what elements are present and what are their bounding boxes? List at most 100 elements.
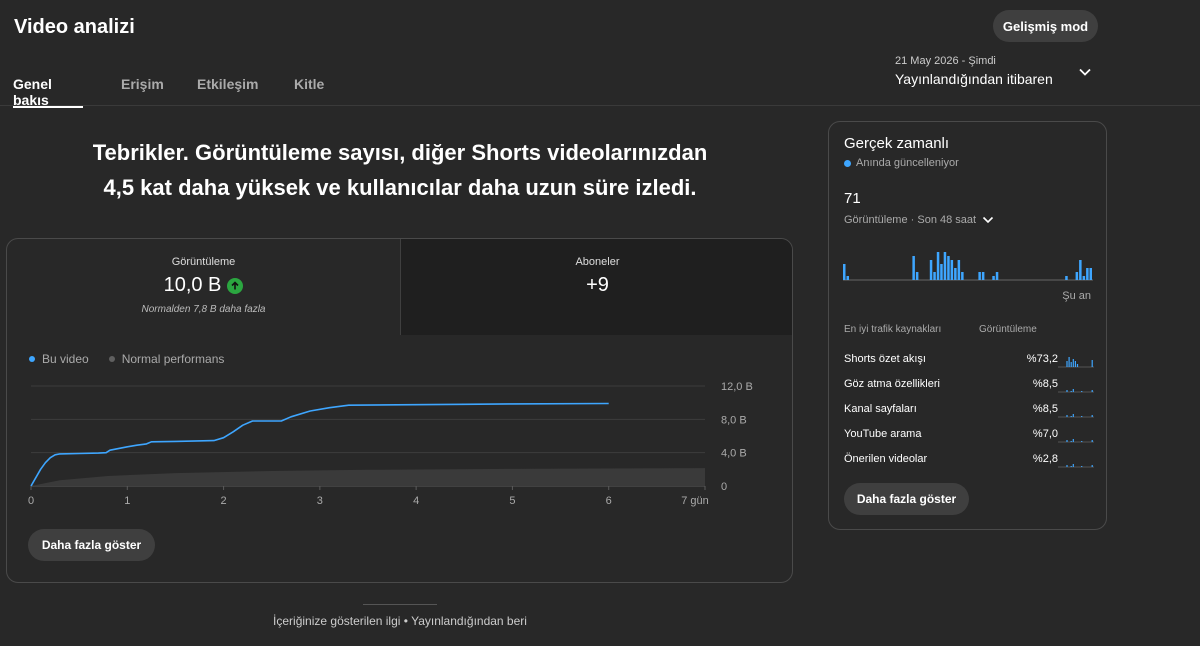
sparkline-bar <box>933 272 936 280</box>
traffic-source-name: Göz atma özellikleri <box>844 378 940 390</box>
traffic-source-name: YouTube arama <box>844 428 922 440</box>
traffic-source-percent: %8,5 <box>1032 378 1058 390</box>
traffic-source-row[interactable]: Göz atma özellikleri %8,5 <box>844 375 1094 395</box>
chart-legend: Bu video Normal performans <box>29 352 224 366</box>
x-tick-label: 7 gün <box>681 495 709 507</box>
headline-line-2: 4,5 kat daha yüksek ve kullanıcılar daha… <box>103 175 697 200</box>
sparkline-bar <box>954 268 957 280</box>
date-range-label: Yayınlandığından itibaren <box>895 71 1053 87</box>
views-metric[interactable]: Görüntüleme 10,0 B Normalden 7,8 B daha … <box>7 239 400 335</box>
x-tick-label: 1 <box>124 495 130 507</box>
traffic-source-name: Shorts özet akışı <box>844 353 926 365</box>
sparkline-bar <box>940 264 943 280</box>
traffic-source-percent: %73,2 <box>1026 353 1058 365</box>
sparkline-bar <box>992 276 995 280</box>
sparkline-bar <box>1079 260 1082 280</box>
realtime-live-status: Anında güncelleniyor <box>844 157 959 169</box>
realtime-card: Gerçek zamanlı Anında güncelleniyor 71 G… <box>828 121 1107 530</box>
live-dot-icon <box>844 159 851 167</box>
x-tick-label: 6 <box>606 495 612 507</box>
realtime-now-label: Şu an <box>1062 290 1091 302</box>
realtime-range-selector[interactable]: Görüntüleme · Son 48 saat <box>844 214 994 226</box>
traffic-source-percent: %2,8 <box>1032 453 1058 465</box>
views-label: Görüntüleme <box>171 256 236 268</box>
subscribers-label: Aboneler <box>575 256 620 268</box>
sparkline-bar <box>947 256 950 280</box>
tab-audience[interactable]: Kitle <box>294 64 324 92</box>
traffic-source-row[interactable]: Kanal sayfaları %8,5 <box>844 400 1094 420</box>
traffic-source-sparkline <box>1058 357 1094 368</box>
traffic-source-row[interactable]: Shorts özet akışı %73,2 <box>844 350 1094 370</box>
realtime-show-more-button[interactable]: Daha fazla göster <box>844 483 969 515</box>
y-tick-label: 8,0 B <box>721 414 747 426</box>
footer-divider <box>363 604 437 605</box>
traffic-header-views: Görüntüleme <box>979 324 1037 335</box>
tab-reach[interactable]: Erişim <box>121 64 164 92</box>
subscribers-value: +9 <box>586 274 609 296</box>
sparkline-bar <box>978 272 981 280</box>
sparkline-bar <box>957 260 961 280</box>
traffic-source-row[interactable]: Önerilen videolar %2,8 <box>844 450 1094 470</box>
sparkline-bar <box>1075 272 1079 280</box>
x-tick-label: 0 <box>28 495 34 507</box>
traffic-source-percent: %7,0 <box>1032 428 1058 440</box>
views-value-row: 10,0 B <box>7 274 400 297</box>
overview-card: Görüntüleme 10,0 B Normalden 7,8 B daha … <box>6 238 793 583</box>
views-note: Normalden 7,8 B daha fazla <box>141 304 266 315</box>
realtime-sub-label: Görüntüleme · Son 48 saat <box>844 214 977 226</box>
sparkline-bar <box>981 272 985 280</box>
views-line-chart: 12,0 B 8,0 B 4,0 B 0 0 1 2 3 4 5 6 7 gün <box>28 381 753 507</box>
date-range-selector[interactable]: 21 May 2026 - Şimdi Yayınlandığından iti… <box>895 55 1095 95</box>
legend-label-this-video: Bu video <box>42 352 89 366</box>
series-normal-performance <box>31 468 705 486</box>
traffic-source-sparkline <box>1058 464 1094 468</box>
show-more-button[interactable]: Daha fazla göster <box>28 529 155 561</box>
page-title: Video analizi <box>14 16 135 38</box>
legend-item-normal: Normal performans <box>108 352 224 366</box>
sparkline-bar <box>943 252 947 280</box>
sparkline-bar <box>1082 276 1086 280</box>
realtime-live-text: Anında güncelleniyor <box>856 157 959 169</box>
sparkline-bar <box>1089 268 1092 280</box>
y-tick-label: 12,0 B <box>721 381 753 393</box>
legend-dot-this-video <box>29 356 35 362</box>
y-tick-label: 4,0 B <box>721 448 747 460</box>
traffic-source-name: Önerilen videolar <box>844 453 928 465</box>
sparkline-bar <box>915 272 919 280</box>
chevron-down-icon <box>1079 68 1091 76</box>
headline: Tebrikler. Görüntüleme sayısı, diğer Sho… <box>0 135 800 205</box>
sparkline-bar <box>961 272 964 280</box>
traffic-source-sparkline <box>1058 439 1094 443</box>
date-range-text: 21 May 2026 - Şimdi <box>895 55 996 67</box>
y-tick-label: 0 <box>721 481 727 493</box>
advanced-mode-button[interactable]: Gelişmiş mod <box>993 10 1098 42</box>
sparkline-bar <box>929 260 933 280</box>
traffic-source-sparkline <box>1058 389 1094 393</box>
traffic-source-percent: %8,5 <box>1032 403 1058 415</box>
sparkline-bar <box>995 272 999 280</box>
x-tick-label: 3 <box>317 495 323 507</box>
traffic-source-sparkline <box>1058 414 1094 418</box>
footer-text: İçeriğinize gösterilen ilgi • Yayınlandı… <box>273 614 527 628</box>
realtime-title: Gerçek zamanlı <box>844 135 950 152</box>
views-value: 10,0 B <box>163 274 222 296</box>
legend-dot-normal <box>108 356 115 362</box>
subscribers-metric[interactable]: Aboneler +9 <box>400 239 792 335</box>
tabs-divider <box>0 105 1200 106</box>
traffic-source-name: Kanal sayfaları <box>844 403 917 415</box>
realtime-sparkline <box>843 252 1093 281</box>
tab-engagement[interactable]: Etkileşim <box>197 64 258 92</box>
sparkline-bar <box>912 256 915 280</box>
traffic-source-row[interactable]: YouTube arama %7,0 <box>844 425 1094 445</box>
sparkline-bar <box>1065 276 1068 280</box>
tab-overview[interactable]: Genel bakış <box>13 64 83 108</box>
x-tick-label: 2 <box>221 495 227 507</box>
x-tick-label: 5 <box>509 495 515 507</box>
arrow-up-icon <box>227 277 244 294</box>
sparkline-bar <box>936 252 940 280</box>
sparkline-bar <box>1086 268 1089 280</box>
chevron-down-icon <box>983 216 994 224</box>
sparkline-bar <box>950 260 954 280</box>
sparkline-bar <box>843 264 846 280</box>
headline-line-1: Tebrikler. Görüntüleme sayısı, diğer Sho… <box>92 140 708 165</box>
